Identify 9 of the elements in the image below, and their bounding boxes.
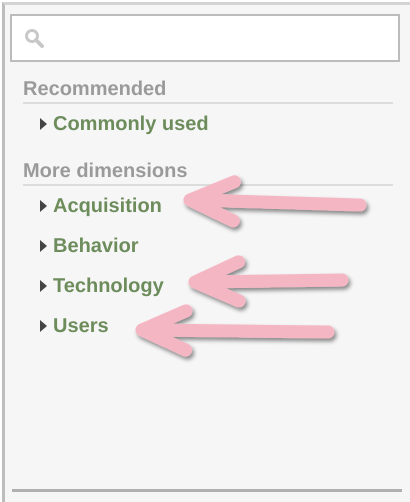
dimension-link[interactable]: Users — [53, 314, 109, 338]
dimension-link[interactable]: Acquisition — [53, 194, 162, 218]
dimension-link[interactable]: Commonly used — [53, 112, 209, 136]
section-heading: Recommended — [23, 78, 393, 104]
dimension-link[interactable]: Behavior — [53, 234, 139, 258]
search-field[interactable] — [10, 14, 400, 62]
section-heading: More dimensions — [23, 160, 393, 186]
search-icon — [24, 28, 44, 48]
dimension-link[interactable]: Technology — [53, 274, 164, 298]
